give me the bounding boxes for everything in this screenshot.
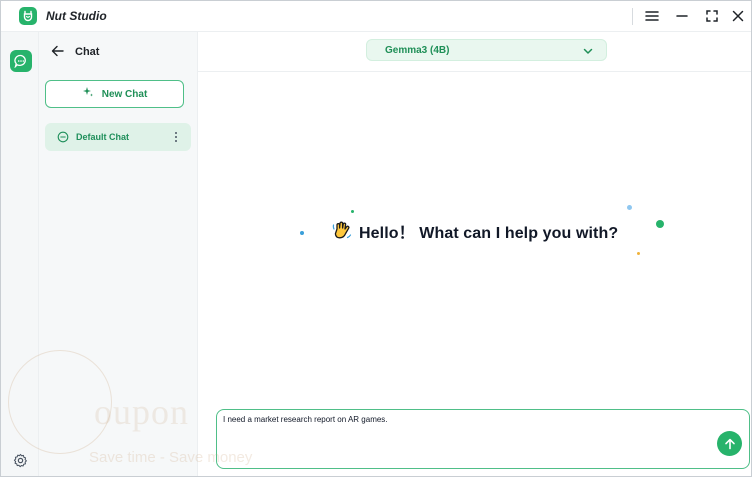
- app-title: Nut Studio: [46, 9, 107, 23]
- new-chat-button[interactable]: New Chat: [45, 80, 184, 108]
- waving-hand-icon: [332, 221, 352, 239]
- message-input-box[interactable]: [216, 409, 750, 469]
- message-input[interactable]: [223, 415, 703, 424]
- minimize-icon[interactable]: [671, 6, 693, 26]
- arrow-up-icon: [724, 438, 735, 449]
- chat-list-item[interactable]: Default Chat: [45, 123, 191, 151]
- close-icon[interactable]: [727, 6, 749, 26]
- nav-rail: [1, 32, 39, 476]
- decor-dot: [656, 220, 664, 228]
- chat-bubble-outline-icon: [57, 131, 69, 143]
- maximize-icon[interactable]: [701, 6, 723, 26]
- chevron-down-icon: [583, 48, 593, 54]
- new-chat-label: New Chat: [101, 88, 148, 100]
- title-bar: Nut Studio: [1, 1, 751, 32]
- sparkle-icon: [82, 85, 94, 103]
- more-options-icon[interactable]: [170, 129, 182, 145]
- chat-item-label: Default Chat: [76, 132, 130, 142]
- decor-dot: [637, 252, 640, 255]
- greeting: Hello！ What can I help you with?: [331, 219, 618, 243]
- model-select-dropdown[interactable]: Gemma3 (4B): [366, 39, 607, 61]
- decor-dot: [300, 231, 304, 235]
- gear-icon[interactable]: [11, 451, 29, 469]
- decor-dot: [351, 210, 354, 213]
- chat-header: Gemma3 (4B): [198, 32, 751, 72]
- send-button[interactable]: [717, 431, 742, 456]
- title-bar-divider: [632, 8, 633, 25]
- sidebar-title: Chat: [75, 46, 100, 58]
- model-selected-label: Gemma3 (4B): [385, 45, 450, 56]
- hamburger-menu-icon[interactable]: [641, 6, 663, 26]
- nut-logo-icon: [19, 7, 37, 25]
- chat-bubble-icon[interactable]: [10, 50, 32, 72]
- decor-dot: [627, 205, 632, 210]
- chat-main: Gemma3 (4B) Hello！ What can I help you w…: [198, 32, 751, 476]
- back-arrow-icon[interactable]: [48, 42, 66, 60]
- greeting-text: Hello！ What can I help you with?: [359, 225, 619, 242]
- app-window: Nut Studio Chat New Chat Default Chat Ge…: [0, 0, 752, 477]
- chat-sidebar: Chat New Chat Default Chat: [39, 32, 198, 476]
